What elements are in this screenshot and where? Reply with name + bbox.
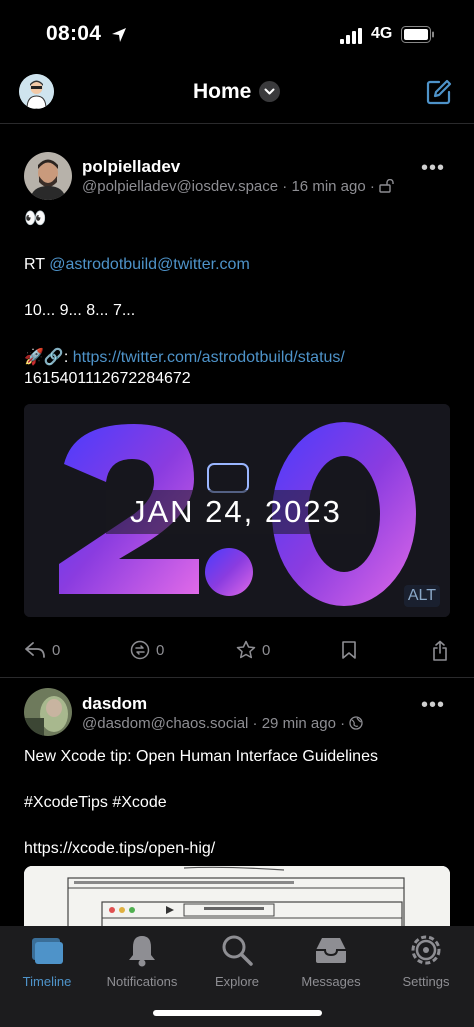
post-emoji: 👀: [24, 208, 47, 228]
location-arrow-icon: [112, 28, 126, 42]
meta-separator: ·: [252, 715, 262, 732]
search-icon: [222, 935, 253, 966]
tab-label: Notifications: [106, 974, 178, 989]
meta-separator: ·: [369, 178, 380, 195]
bell-icon: [129, 936, 155, 967]
post-time: 29 min ago: [261, 715, 336, 732]
favorite-count: 0: [262, 641, 271, 659]
post-author-name[interactable]: dasdom: [82, 694, 147, 714]
chevron-down-icon[interactable]: [259, 81, 280, 102]
account-avatar[interactable]: [19, 74, 54, 109]
status-link[interactable]: https://twitter.com/astrodotbuild/status…: [73, 349, 345, 366]
post-countdown: 10... 9... 8... 7...: [24, 302, 136, 319]
post-actions: 0 0 0: [0, 640, 474, 668]
reply-count: 0: [52, 641, 61, 659]
star-icon: [236, 640, 256, 659]
link-prefix: 🚀🔗:: [24, 349, 73, 366]
unlock-icon: [379, 178, 394, 193]
rt-prefix: RT: [24, 256, 50, 273]
tab-label: Messages: [301, 974, 361, 989]
tab-settings[interactable]: Settings: [379, 932, 473, 989]
tab-messages[interactable]: Messages: [284, 932, 378, 989]
mention-link[interactable]: @astrodotbuild@twitter.com: [49, 256, 250, 273]
bookmark-icon: [342, 641, 356, 659]
globe-icon: [349, 716, 363, 730]
post-link[interactable]: https://xcode.tips/open-hig/: [24, 840, 215, 858]
compose-icon[interactable]: [426, 79, 452, 105]
bookmark-button[interactable]: [341, 640, 357, 660]
network-type: 4G: [371, 25, 393, 42]
post-text: New Xcode tip: Open Human Interface Guid…: [24, 748, 378, 765]
post-avatar[interactable]: [24, 152, 72, 200]
home-indicator[interactable]: [153, 1010, 322, 1016]
status-link-continued[interactable]: 1615401112672284672: [24, 370, 191, 388]
share-button[interactable]: [431, 640, 449, 662]
post-handle[interactable]: @dasdom@chaos.social: [82, 715, 248, 732]
boost-button[interactable]: 0: [130, 640, 164, 660]
post-avatar[interactable]: [24, 688, 72, 736]
reply-button[interactable]: 0: [24, 640, 60, 660]
more-options-icon[interactable]: •••: [421, 157, 445, 180]
inbox-icon: [316, 938, 346, 963]
tab-label: Timeline: [22, 974, 72, 989]
post-rt-line: RT @astrodotbuild@twitter.com: [24, 256, 250, 274]
post-handle[interactable]: @polpielladev@iosdev.space: [82, 178, 278, 195]
post-divider: [0, 677, 474, 678]
meta-separator: ·: [340, 715, 350, 732]
post-hashtags[interactable]: #XcodeTips #Xcode: [24, 794, 167, 812]
tab-label: Settings: [402, 974, 450, 989]
nav-header: Home: [0, 66, 474, 118]
tab-timeline[interactable]: Timeline: [0, 932, 94, 989]
tab-notifications[interactable]: Notifications: [95, 932, 189, 989]
header-divider: [0, 123, 474, 124]
more-options-icon[interactable]: •••: [421, 694, 445, 717]
timeline-icon: [32, 938, 63, 964]
boost-count: 0: [156, 641, 165, 659]
favorite-button[interactable]: 0: [236, 640, 270, 660]
tab-label: Explore: [214, 974, 260, 989]
tab-explore[interactable]: Explore: [190, 932, 284, 989]
battery-icon: [401, 26, 434, 43]
post-media-image[interactable]: JAN 24, 2023 ALT: [24, 404, 450, 617]
status-time: 08:04: [46, 22, 102, 45]
post-time: 16 min ago: [291, 178, 366, 195]
share-icon: [433, 640, 447, 661]
post-meta: @dasdom@chaos.social · 29 min ago ·: [82, 715, 363, 732]
post-link-line: 🚀🔗: https://twitter.com/astrodotbuild/st…: [24, 347, 345, 367]
page-title[interactable]: Home: [193, 80, 251, 104]
gear-icon: [411, 935, 441, 965]
boost-icon: [130, 640, 150, 660]
cellular-signal-icon: [340, 28, 362, 44]
post-author-name[interactable]: polpielladev: [82, 157, 180, 177]
alt-text-badge[interactable]: ALT: [403, 585, 440, 607]
image-date-text: JAN 24, 2023: [106, 490, 366, 534]
reply-icon: [25, 642, 45, 658]
post-meta: @polpielladev@iosdev.space · 16 min ago …: [82, 178, 395, 195]
status-bar: 08:04 4G: [0, 0, 474, 62]
